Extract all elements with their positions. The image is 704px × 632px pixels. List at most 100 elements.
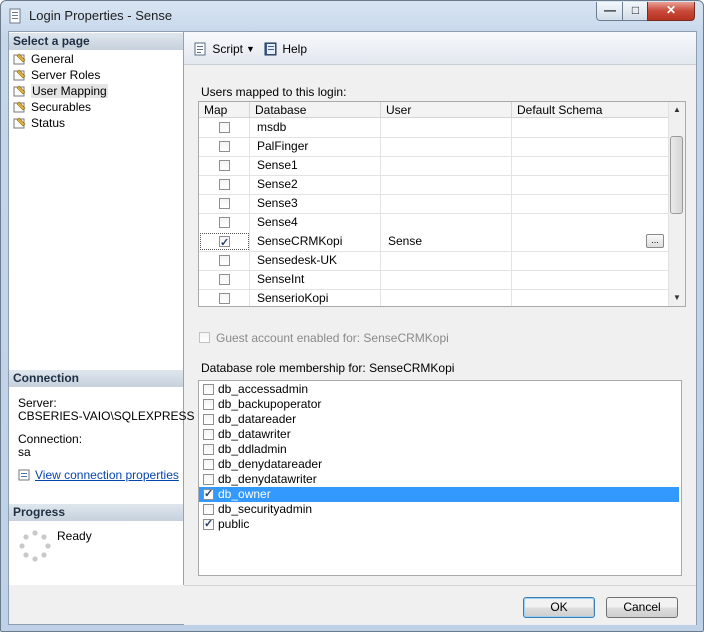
page-item-general[interactable]: General	[13, 51, 74, 67]
map-checkbox[interactable]	[219, 274, 230, 285]
role-checkbox[interactable]	[203, 459, 214, 470]
database-cell[interactable]: SenseInt	[250, 270, 381, 289]
role-checkbox[interactable]	[203, 517, 214, 532]
database-cell[interactable]: PalFinger	[250, 137, 381, 156]
table-row[interactable]: SenserioKopi	[199, 289, 669, 306]
scroll-thumb[interactable]	[670, 136, 683, 214]
role-item[interactable]: db_accessadmin	[199, 382, 679, 397]
user-cell[interactable]	[381, 118, 512, 137]
default-schema-cell[interactable]	[512, 213, 669, 232]
role-item[interactable]: db_datawriter	[199, 427, 679, 442]
script-dropdown-arrow[interactable]: ▼	[246, 40, 255, 58]
map-cell[interactable]	[199, 194, 250, 213]
table-row[interactable]: msdb	[199, 118, 669, 138]
default-schema-cell[interactable]	[512, 156, 669, 175]
browse-schema-button[interactable]: ...	[646, 234, 664, 248]
column-header-map[interactable]: Map	[199, 102, 250, 118]
view-connection-properties[interactable]: View connection properties	[18, 468, 179, 482]
role-item[interactable]: db_securityadmin	[199, 502, 679, 517]
user-cell[interactable]	[381, 251, 512, 270]
database-cell[interactable]: Sense4	[250, 213, 381, 232]
map-checkbox[interactable]	[219, 179, 230, 190]
database-cell[interactable]: Sensedesk-UK	[250, 251, 381, 270]
table-row[interactable]: Sensedesk-UK	[199, 251, 669, 271]
page-item-user-mapping[interactable]: User Mapping	[13, 83, 108, 99]
role-membership-list[interactable]: db_accessadmin db_backupoperator db_datare…	[198, 380, 682, 576]
role-checkbox[interactable]	[203, 414, 214, 425]
role-item[interactable]: db_backupoperator	[199, 397, 679, 412]
column-header-user[interactable]: User	[381, 102, 512, 118]
column-header-database[interactable]: Database	[250, 102, 381, 118]
help-button[interactable]: Help	[263, 40, 307, 58]
page-item-status[interactable]: Status	[13, 115, 65, 131]
role-checkbox[interactable]	[203, 444, 214, 455]
map-checkbox[interactable]	[219, 160, 230, 171]
database-cell[interactable]: Sense2	[250, 175, 381, 194]
user-cell[interactable]	[381, 175, 512, 194]
map-cell[interactable]	[199, 270, 250, 289]
role-checkbox[interactable]	[203, 384, 214, 395]
table-row[interactable]: SenseCRMKopiSense...	[199, 232, 669, 253]
map-cell[interactable]	[199, 232, 250, 253]
database-cell[interactable]: SenseCRMKopi	[250, 232, 381, 251]
table-row[interactable]: Sense3	[199, 194, 669, 214]
guest-account-checkbox[interactable]	[199, 332, 210, 343]
close-button[interactable]: ✕	[647, 2, 695, 21]
ok-button[interactable]: OK	[523, 597, 595, 618]
user-cell[interactable]	[381, 289, 512, 306]
map-checkbox[interactable]	[219, 293, 230, 304]
default-schema-cell[interactable]	[512, 270, 669, 289]
role-item[interactable]: db_denydatawriter	[199, 472, 679, 487]
role-checkbox[interactable]	[203, 474, 214, 485]
page-item-securables[interactable]: Securables	[13, 99, 91, 115]
role-item[interactable]: db_owner	[199, 487, 679, 502]
map-checkbox[interactable]	[219, 122, 230, 133]
role-checkbox[interactable]	[203, 487, 214, 502]
table-row[interactable]: Sense1	[199, 156, 669, 176]
database-cell[interactable]: Sense3	[250, 194, 381, 213]
map-checkbox[interactable]	[219, 217, 230, 228]
grid-vertical-scrollbar[interactable]: ▲ ▼	[668, 102, 685, 306]
default-schema-cell[interactable]	[512, 251, 669, 270]
role-item[interactable]: db_denydatareader	[199, 457, 679, 472]
user-cell[interactable]	[381, 213, 512, 232]
user-cell[interactable]	[381, 270, 512, 289]
map-cell[interactable]	[199, 175, 250, 194]
default-schema-cell[interactable]	[512, 137, 669, 156]
minimize-button[interactable]: —	[596, 2, 624, 21]
page-item-server-roles[interactable]: Server Roles	[13, 67, 100, 83]
scroll-down-icon[interactable]: ▼	[669, 290, 685, 306]
script-button[interactable]: Script	[193, 40, 243, 58]
scroll-up-icon[interactable]: ▲	[669, 102, 685, 118]
user-cell[interactable]	[381, 194, 512, 213]
table-row[interactable]: SenseInt	[199, 270, 669, 290]
column-header-default-schema[interactable]: Default Schema	[512, 102, 669, 118]
map-checkbox[interactable]	[219, 141, 230, 152]
map-cell[interactable]	[199, 289, 250, 306]
map-cell[interactable]	[199, 213, 250, 232]
table-row[interactable]: Sense4	[199, 213, 669, 233]
default-schema-cell[interactable]	[512, 175, 669, 194]
map-checkbox[interactable]	[219, 255, 230, 266]
map-cell[interactable]	[199, 156, 250, 175]
view-connection-link[interactable]: View connection properties	[35, 468, 179, 482]
maximize-button[interactable]: □	[622, 2, 649, 21]
role-item[interactable]: db_ddladmin	[199, 442, 679, 457]
table-row[interactable]: Sense2	[199, 175, 669, 195]
role-checkbox[interactable]	[203, 504, 214, 515]
role-item[interactable]: public	[199, 517, 679, 532]
users-mapped-grid[interactable]: Map Database User Default Schema msdb Pal…	[198, 101, 686, 307]
role-checkbox[interactable]	[203, 429, 214, 440]
default-schema-cell[interactable]	[512, 289, 669, 306]
database-cell[interactable]: Sense1	[250, 156, 381, 175]
map-checkbox[interactable]	[219, 198, 230, 209]
map-cell[interactable]	[199, 251, 250, 270]
database-cell[interactable]: SenserioKopi	[250, 289, 381, 306]
user-cell[interactable]: Sense	[381, 232, 512, 251]
role-checkbox[interactable]	[203, 399, 214, 410]
user-cell[interactable]	[381, 156, 512, 175]
map-checkbox[interactable]	[219, 234, 230, 253]
database-cell[interactable]: msdb	[250, 118, 381, 137]
user-cell[interactable]	[381, 137, 512, 156]
role-item[interactable]: db_datareader	[199, 412, 679, 427]
